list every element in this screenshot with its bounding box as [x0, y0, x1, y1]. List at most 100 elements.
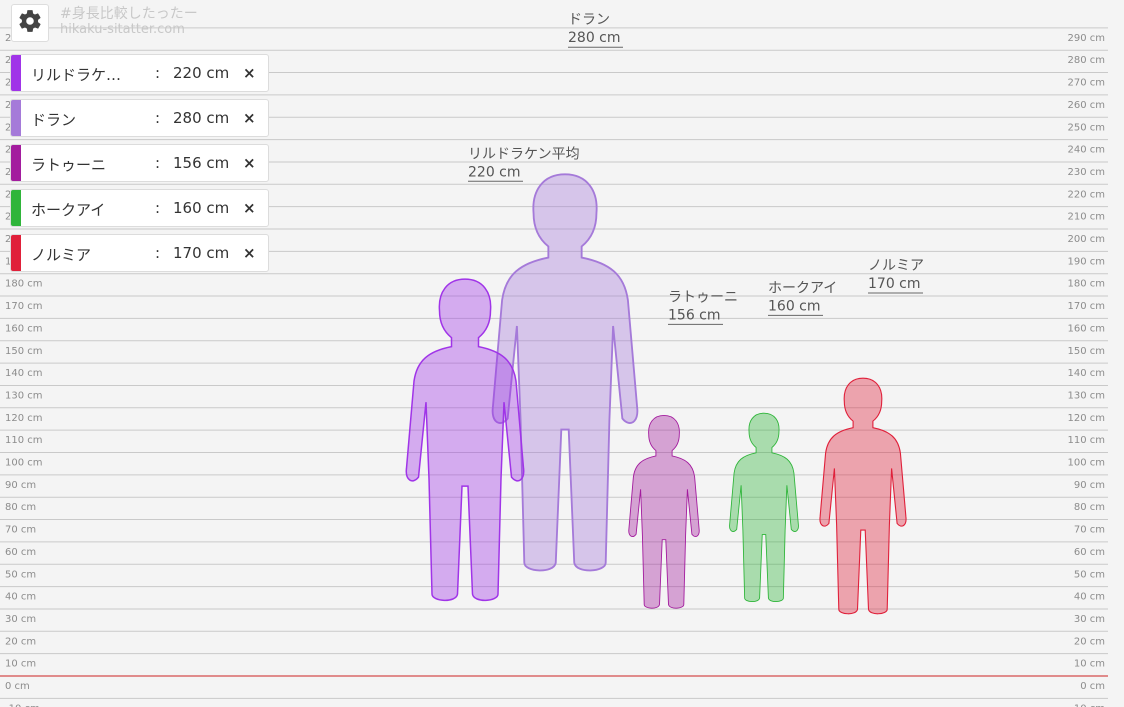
tick-label-right: 150 cm [1067, 346, 1105, 357]
tick-label-right: 290 cm [1067, 33, 1105, 44]
character-name: ドラン [31, 111, 77, 129]
tick-label-right: 200 cm [1067, 234, 1105, 245]
figures-layer: リルドラケン平均 220 cm ドラン 280 cm ラトゥーニ 156 cm ホークアイ 1… [405, 12, 924, 615]
tick-label-left: 40 cm [5, 592, 36, 603]
figure-height-label: 220 cm [468, 164, 521, 180]
tick-label-right: 280 cm [1067, 55, 1105, 66]
tick-label-left: 180 cm [5, 279, 43, 290]
character-name: ホークアイ [31, 201, 106, 219]
tick-label-left: 120 cm [5, 413, 43, 424]
character-item[interactable]: ドラン : 280 cm × [10, 99, 269, 137]
character-height: 280 cm [173, 109, 230, 127]
separator: : [155, 64, 161, 82]
tick-label-left: 80 cm [5, 502, 36, 513]
character-color-swatch [11, 55, 21, 91]
tick-label-right: 220 cm [1067, 189, 1105, 200]
tick-label-left: 60 cm [5, 547, 36, 558]
tick-label-right: 230 cm [1067, 167, 1105, 178]
tick-label-right: 250 cm [1067, 122, 1105, 133]
character-silhouette[interactable] [728, 412, 800, 603]
character-color-swatch [11, 190, 21, 226]
tick-label-right: 140 cm [1067, 368, 1105, 379]
tick-label-right: 110 cm [1067, 435, 1105, 446]
tick-label-right: 160 cm [1067, 323, 1105, 334]
tick-label-right: 210 cm [1067, 212, 1105, 223]
character-height: 170 cm [173, 244, 230, 262]
figure-name-label: ラトゥーニ [668, 289, 738, 305]
close-icon[interactable]: × [243, 154, 256, 172]
separator: : [155, 154, 161, 172]
character-height: 160 cm [173, 199, 230, 217]
close-icon[interactable]: × [243, 64, 256, 82]
tick-label-right: 50 cm [1074, 569, 1105, 580]
tick-label-right: 170 cm [1067, 301, 1105, 312]
tick-label-right: 260 cm [1067, 100, 1105, 111]
separator: : [155, 244, 161, 262]
tick-label-right: 120 cm [1067, 413, 1105, 424]
figure-name-label: リルドラケン平均 [468, 146, 580, 162]
tick-label-right: 10 cm [1074, 659, 1105, 670]
tick-label-left: 150 cm [5, 346, 43, 357]
character-color-swatch [11, 235, 21, 271]
character-silhouette[interactable] [627, 414, 701, 610]
tick-label-right: 90 cm [1074, 480, 1105, 491]
tick-label-left: 90 cm [5, 480, 36, 491]
figure-height-label: 160 cm [768, 298, 821, 314]
tick-label-right: 270 cm [1067, 78, 1105, 89]
figure-name-label: ホークアイ [768, 280, 837, 296]
character-item[interactable]: ラトゥーニ : 156 cm × [10, 144, 269, 182]
tick-label-right: 70 cm [1074, 525, 1105, 536]
character-item[interactable]: ホークアイ : 160 cm × [10, 189, 269, 227]
tick-label-left: 140 cm [5, 368, 43, 379]
close-icon[interactable]: × [243, 109, 256, 127]
figure-height-label: 170 cm [868, 276, 921, 292]
tick-label-left: 0 cm [5, 681, 30, 692]
tick-label-right: 60 cm [1074, 547, 1105, 558]
tick-label-left: 50 cm [5, 569, 36, 580]
settings-button[interactable] [11, 4, 49, 42]
tick-label-left: -10 cm [5, 703, 40, 707]
tick-label-right: 190 cm [1067, 256, 1105, 267]
tick-label-right: -10 cm [1070, 703, 1105, 707]
tick-label-left: 110 cm [5, 435, 43, 446]
character-height: 220 cm [173, 64, 230, 82]
character-color-swatch [11, 100, 21, 136]
tick-label-left: 20 cm [5, 636, 36, 647]
character-item[interactable]: ノルミア : 170 cm × [10, 234, 269, 272]
tick-label-left: 100 cm [5, 458, 43, 469]
tick-label-right: 240 cm [1067, 145, 1105, 156]
character-name: ラトゥーニ [31, 156, 107, 174]
figure-height-label: 156 cm [668, 307, 721, 323]
tick-label-left: 130 cm [5, 390, 43, 401]
close-icon[interactable]: × [243, 199, 256, 217]
watermark-title: #身長比較したったー [60, 6, 198, 22]
close-icon[interactable]: × [243, 244, 256, 262]
tick-label-right: 80 cm [1074, 502, 1105, 513]
separator: : [155, 199, 161, 217]
watermark-url: hikaku-sitatter.com [60, 22, 185, 37]
tick-label-left: 170 cm [5, 301, 43, 312]
gear-icon [17, 8, 43, 38]
tick-label-right: 40 cm [1074, 592, 1105, 603]
character-list: リルドラケ… : 220 cm × ドラン : 280 cm × ラトゥーニ :… [10, 54, 269, 279]
character-item[interactable]: リルドラケ… : 220 cm × [10, 54, 269, 92]
tick-label-left: 70 cm [5, 525, 36, 536]
character-silhouette[interactable] [819, 377, 907, 615]
tick-label-left: 160 cm [5, 323, 43, 334]
figure-name-label: ドラン [568, 12, 610, 28]
tick-label-right: 180 cm [1067, 279, 1105, 290]
tick-label-right: 130 cm [1067, 390, 1105, 401]
character-height: 156 cm [173, 154, 230, 172]
tick-label-right: 0 cm [1080, 681, 1105, 692]
figure-height-label: 280 cm [568, 30, 621, 46]
character-name: リルドラケ… [31, 66, 122, 84]
character-name: ノルミア [31, 246, 92, 264]
figure-name-label: ノルミア [868, 258, 924, 274]
tick-label-right: 20 cm [1074, 636, 1105, 647]
separator: : [155, 109, 161, 127]
tick-label-left: 30 cm [5, 614, 36, 625]
tick-label-right: 100 cm [1067, 458, 1105, 469]
character-color-swatch [11, 145, 21, 181]
watermark: #身長比較したったー hikaku-sitatter.com [60, 6, 198, 38]
tick-label-right: 30 cm [1074, 614, 1105, 625]
